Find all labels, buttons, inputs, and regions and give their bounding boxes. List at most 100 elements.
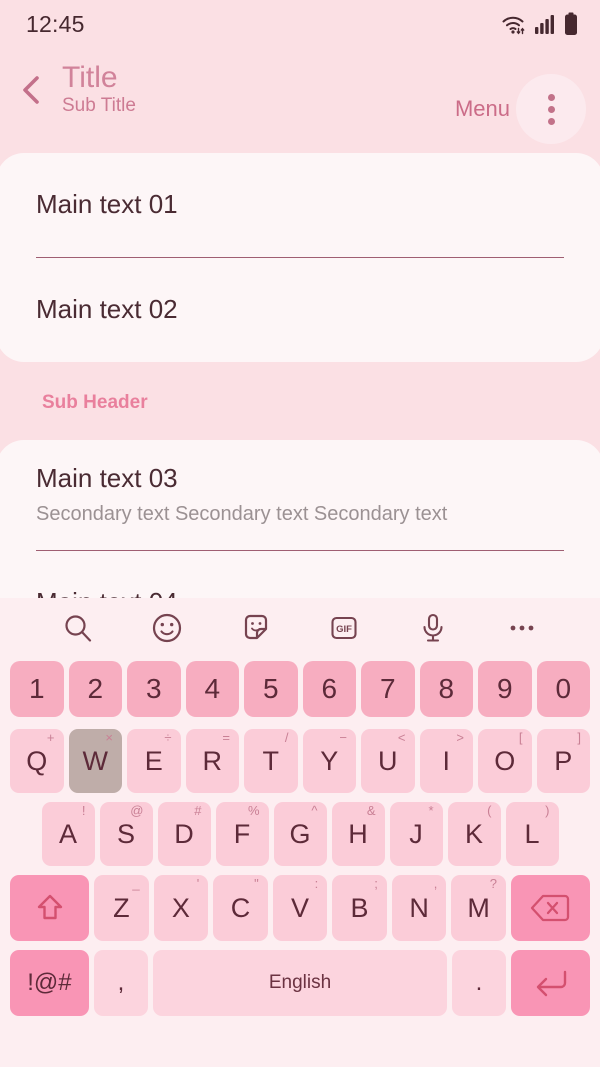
key-t-sup: / xyxy=(284,730,289,745)
more-vertical-icon-dot xyxy=(547,105,555,113)
list-item[interactable]: Main text 01 xyxy=(36,153,564,257)
key-r[interactable]: = R xyxy=(185,729,239,793)
key-b-label: B xyxy=(350,892,369,923)
key-p[interactable]: ] P xyxy=(536,729,590,793)
microphone-icon[interactable] xyxy=(411,606,455,650)
shift-key[interactable] xyxy=(10,875,90,941)
key-0[interactable]: 0 xyxy=(536,661,590,717)
key-q-sup: + xyxy=(46,730,55,745)
key-g-label: G xyxy=(289,818,311,849)
key-k[interactable]: ( K xyxy=(447,802,501,866)
enter-icon xyxy=(532,968,570,998)
title-block: Title Sub Title xyxy=(62,56,455,118)
key-l-label: L xyxy=(524,818,540,849)
key-a[interactable]: ! A xyxy=(41,802,95,866)
key-e[interactable]: ÷ E xyxy=(127,729,181,793)
key-f-sup: % xyxy=(247,803,260,818)
key-m-label: M xyxy=(467,892,490,923)
search-icon[interactable] xyxy=(56,606,100,650)
key-f[interactable]: % F xyxy=(215,802,269,866)
app-bar-actions: Menu xyxy=(455,56,586,144)
list-item-main-text: Main text 03 xyxy=(36,463,178,494)
battery-icon xyxy=(564,12,578,36)
key-y[interactable]: − Y xyxy=(302,729,356,793)
list-card-one: Main text 01 Main text 02 xyxy=(0,153,600,362)
overflow-menu-button[interactable] xyxy=(516,74,586,144)
key-1[interactable]: 1 xyxy=(10,661,64,717)
content-area: Main text 01 Main text 02 Sub Header Mai… xyxy=(0,153,600,655)
key-z[interactable]: _ Z xyxy=(94,875,149,941)
key-x[interactable]: ' X xyxy=(153,875,209,941)
key-2[interactable]: 2 xyxy=(68,661,122,717)
key-h[interactable]: & H xyxy=(331,802,385,866)
key-o[interactable]: [ O xyxy=(478,729,532,793)
key-3[interactable]: 3 xyxy=(127,661,181,717)
key-6[interactable]: 6 xyxy=(302,661,356,717)
list-item-secondary-text: Secondary text Secondary text Secondary … xyxy=(36,502,448,525)
key-i[interactable]: > I xyxy=(419,729,473,793)
key-d-sup: # xyxy=(194,803,202,818)
key-j-sup: * xyxy=(428,803,434,818)
key-s-label: S xyxy=(116,818,135,849)
keyboard-row-3: _ Z ' X " C : V ; B , N ? M xyxy=(6,875,594,941)
symbols-key[interactable]: !@# xyxy=(10,950,89,1016)
period-key[interactable]: . xyxy=(451,950,507,1016)
menu-button[interactable]: Menu xyxy=(455,96,510,122)
key-k-sup: ( xyxy=(487,803,492,818)
keyboard-row-2: ! A @ S # D % F ^ G & H * J (K) L xyxy=(6,802,594,866)
key-o-sup: [ xyxy=(518,730,523,745)
key-4[interactable]: 4 xyxy=(185,661,239,717)
key-9[interactable]: 9 xyxy=(478,661,532,717)
keyboard-row-1: + Q × W ÷ E = R / T − Y < U > I [O] P xyxy=(6,729,594,793)
key-h-sup: & xyxy=(366,803,376,818)
key-b[interactable]: ; B xyxy=(332,875,387,941)
backspace-key[interactable] xyxy=(510,875,591,941)
key-u[interactable]: < U xyxy=(361,729,415,793)
key-5[interactable]: 5 xyxy=(244,661,298,717)
emoji-icon[interactable] xyxy=(145,606,189,650)
key-j[interactable]: * J xyxy=(389,802,443,866)
key-n[interactable]: , N xyxy=(391,875,447,941)
key-d[interactable]: # D xyxy=(157,802,211,866)
more-vertical-icon-dot xyxy=(547,93,555,101)
key-u-label: U xyxy=(378,745,398,776)
list-item-main-text: Main text 01 xyxy=(36,189,178,220)
key-e-sup: ÷ xyxy=(164,730,172,745)
keyboard-toolbar: GIF xyxy=(6,598,594,658)
gif-icon[interactable]: GIF xyxy=(322,606,366,650)
list-item[interactable]: Main text 02 xyxy=(36,258,564,362)
keyboard-row-4: !@# , English . xyxy=(6,950,594,1016)
key-j-label: J xyxy=(409,818,423,849)
key-w-sup: × xyxy=(105,730,113,745)
chevron-left-icon xyxy=(18,74,44,111)
signal-icon xyxy=(534,13,556,35)
key-p-label: P xyxy=(554,745,573,776)
more-horizontal-icon[interactable] xyxy=(500,606,544,650)
comma-key[interactable]: , xyxy=(93,950,149,1016)
key-t[interactable]: / T xyxy=(244,729,298,793)
status-time: 12:45 xyxy=(26,10,85,37)
key-m[interactable]: ? M xyxy=(451,875,506,941)
key-e-label: E xyxy=(144,745,163,776)
key-8[interactable]: 8 xyxy=(419,661,473,717)
space-key[interactable]: English xyxy=(153,950,447,1016)
backspace-icon xyxy=(530,893,570,923)
key-w[interactable]: × W xyxy=(68,729,122,793)
back-button[interactable] xyxy=(0,56,62,128)
list-item[interactable]: Main text 03 Secondary text Secondary te… xyxy=(36,440,564,550)
key-q[interactable]: + Q xyxy=(10,729,64,793)
key-v[interactable]: : V xyxy=(272,875,328,941)
sticker-icon[interactable] xyxy=(234,606,278,650)
key-7[interactable]: 7 xyxy=(361,661,415,717)
enter-key[interactable] xyxy=(511,950,590,1016)
key-l[interactable]: ) L xyxy=(505,802,559,866)
key-y-sup: − xyxy=(339,730,347,745)
key-w-label: W xyxy=(82,745,108,776)
key-i-sup: > xyxy=(456,730,464,745)
key-a-sup: ! xyxy=(81,803,86,818)
keyboard-rows: 1 2 3 4 5 6 7 8 9 0 + Q × W ÷ E = R / T … xyxy=(6,658,594,1057)
key-c[interactable]: " C xyxy=(213,875,268,941)
key-g[interactable]: ^ G xyxy=(273,802,327,866)
key-s[interactable]: @ S xyxy=(99,802,153,866)
wifi-icon xyxy=(500,13,526,35)
